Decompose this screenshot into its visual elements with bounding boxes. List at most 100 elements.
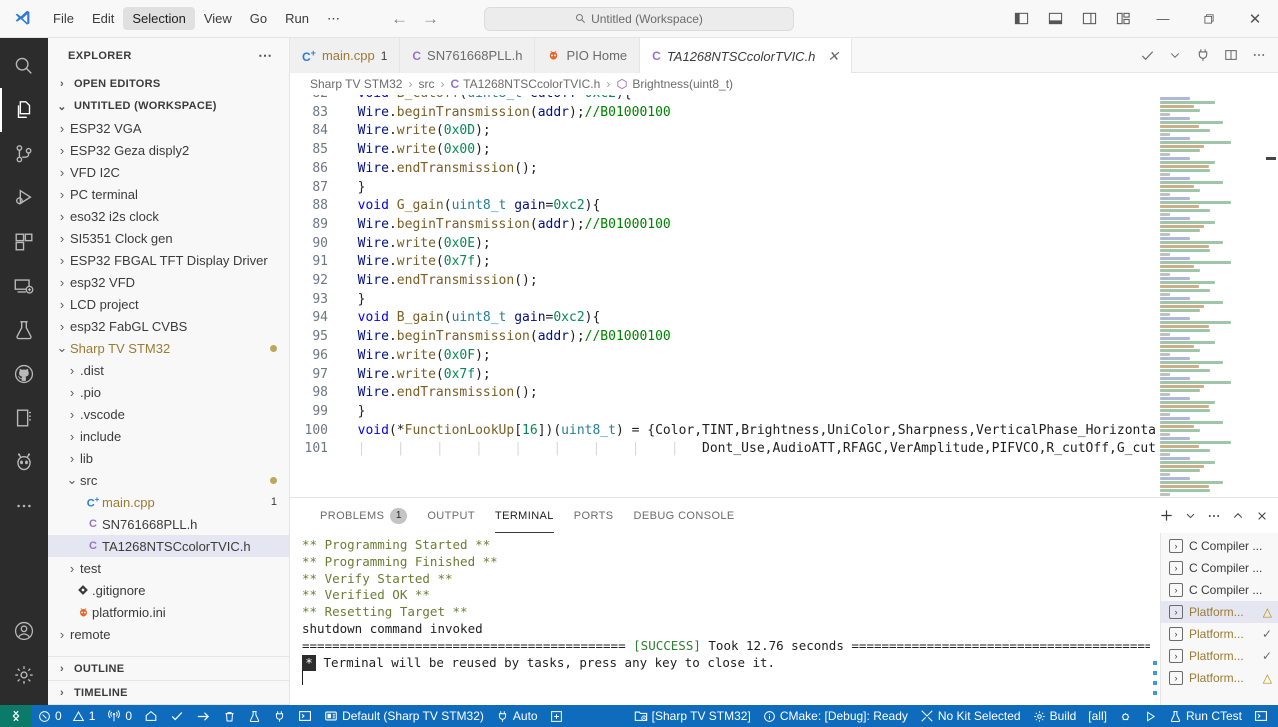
tree-item-main-cpp[interactable]: C+main.cpp1 xyxy=(48,491,289,513)
terminal-list-item[interactable]: ›C Compiler ... xyxy=(1161,579,1278,601)
panel-tab-output[interactable]: OUTPUT xyxy=(417,498,485,533)
code-text-area[interactable]: 82 void B_cutoff(uint8_t cutoff=0xc2){ 8… xyxy=(290,95,1156,497)
command-center[interactable]: Untitled (Workspace) xyxy=(484,7,794,31)
section-workspace[interactable]: ⌄ UNTITLED (WORKSPACE) xyxy=(48,95,289,117)
maximize-panel-icon[interactable] xyxy=(1226,498,1250,533)
status-cmake-state[interactable]: CMake: [Debug]: Ready xyxy=(757,705,914,727)
customize-layout-icon[interactable] xyxy=(1106,0,1140,38)
check-icon[interactable] xyxy=(1134,38,1160,73)
activity-explorer-icon[interactable] xyxy=(0,88,48,132)
tree-item-platformio-ini[interactable]: platformio.ini xyxy=(48,601,289,623)
toggle-panel-icon[interactable] xyxy=(1038,0,1072,38)
menu-more[interactable]: ⋯ xyxy=(318,7,349,31)
tree-item-esp32-fbgal-tft-display-driver[interactable]: ›ESP32 FBGAL TFT Display Driver xyxy=(48,249,289,271)
more-actions-icon[interactable] xyxy=(1246,38,1272,73)
activity-source-control-icon[interactable] xyxy=(0,132,48,176)
panel-tab-terminal[interactable]: TERMINAL xyxy=(485,498,564,533)
activity-run-debug-icon[interactable] xyxy=(0,176,48,220)
status-build-check[interactable] xyxy=(164,705,190,727)
status-cmake-kit[interactable]: No Kit Selected xyxy=(914,705,1027,727)
activity-remote-explorer-icon[interactable] xyxy=(0,264,48,308)
toggle-primary-sidebar-icon[interactable] xyxy=(1004,0,1038,38)
panel-tab-ports[interactable]: PORTS xyxy=(564,498,624,533)
close-icon[interactable]: ✕ xyxy=(827,48,839,65)
arrow-right-icon[interactable]: → xyxy=(422,10,439,27)
tree-item-eso32-i2s-clock[interactable]: ›eso32 i2s clock xyxy=(48,205,289,227)
activity-more-icon[interactable] xyxy=(0,484,48,528)
editor-scrollbar[interactable] xyxy=(1264,95,1278,497)
status-radio-tower[interactable]: 0 xyxy=(101,705,138,727)
split-editor-icon[interactable] xyxy=(1218,38,1244,73)
activity-notebook-icon[interactable] xyxy=(0,396,48,440)
terminal-list-item[interactable]: ›C Compiler ... xyxy=(1161,535,1278,557)
status-serial-port[interactable]: Auto xyxy=(490,705,544,727)
menu-view[interactable]: View xyxy=(195,7,241,30)
breadcrumb-item-src[interactable]: src xyxy=(418,77,434,91)
chevron-down-icon[interactable] xyxy=(1178,498,1202,533)
tree-item-remote[interactable]: ›remote xyxy=(48,623,289,645)
tab-sn761668pll[interactable]: C SN761668PLL.h xyxy=(400,38,535,73)
status-cmake-build[interactable]: Build xyxy=(1027,705,1083,727)
section-outline[interactable]: › OUTLINE xyxy=(48,657,289,681)
activity-github-icon[interactable] xyxy=(0,352,48,396)
status-test[interactable] xyxy=(242,705,267,727)
plug-icon[interactable] xyxy=(1190,38,1216,73)
activity-extensions-icon[interactable] xyxy=(0,220,48,264)
arrow-left-icon[interactable]: ← xyxy=(391,10,408,27)
terminal-instances-list[interactable]: ›C Compiler ...›C Compiler ...›C Compile… xyxy=(1160,533,1278,705)
new-terminal-icon[interactable] xyxy=(1154,498,1178,533)
menu-run[interactable]: Run xyxy=(276,7,318,30)
tree-item-vfd-i2c[interactable]: ›VFD I2C xyxy=(48,161,289,183)
tree-item-vscode[interactable]: ›.vscode xyxy=(48,403,289,425)
breadcrumb-item-file[interactable]: C TA1268NTSCcolorTVIC.h xyxy=(450,77,600,91)
chevron-down-icon[interactable] xyxy=(1162,38,1188,73)
remote-window-indicator[interactable] xyxy=(0,705,32,727)
status-run-ctest[interactable]: Run CTest xyxy=(1163,705,1248,727)
status-open-terminal[interactable] xyxy=(1248,705,1278,727)
close-panel-icon[interactable] xyxy=(1250,498,1274,533)
menu-go[interactable]: Go xyxy=(241,7,276,30)
more-actions-icon[interactable] xyxy=(1202,498,1226,533)
status-clean[interactable] xyxy=(217,705,242,727)
menu-selection[interactable]: Selection xyxy=(123,7,194,30)
activity-search-icon[interactable] xyxy=(0,44,48,88)
breadcrumb-item-symbol[interactable]: Brightness(uint8_t) xyxy=(616,77,733,91)
menu-edit[interactable]: Edit xyxy=(83,7,123,30)
minimize-button[interactable]: — xyxy=(1140,0,1186,38)
status-problems[interactable]: 0 1 xyxy=(32,705,101,727)
terminal-list-item[interactable]: ›Platform...△ xyxy=(1161,667,1278,689)
tree-item-si5351-clock-gen[interactable]: ›SI5351 Clock gen xyxy=(48,227,289,249)
status-cmake-debug[interactable] xyxy=(1113,705,1138,727)
close-button[interactable]: ✕ xyxy=(1232,0,1278,38)
maximize-button[interactable] xyxy=(1186,0,1232,38)
status-terminal[interactable] xyxy=(292,705,318,727)
status-cmake-target[interactable]: [all] xyxy=(1082,705,1113,727)
tree-item-lib[interactable]: ›lib xyxy=(48,447,289,469)
menu-file[interactable]: File xyxy=(44,7,83,30)
editor-scrollbar-thumb[interactable] xyxy=(1266,157,1276,160)
terminal-list-item[interactable]: ›Platform...△ xyxy=(1161,601,1278,623)
status-upload[interactable] xyxy=(190,705,217,727)
minimap[interactable] xyxy=(1156,95,1264,497)
panel-tab-debug-console[interactable]: DEBUG CONSOLE xyxy=(624,498,745,533)
status-home[interactable] xyxy=(138,705,164,727)
tree-item-sn761668pll-h[interactable]: CSN761668PLL.h xyxy=(48,513,289,535)
tree-item-src[interactable]: ⌄src xyxy=(48,469,289,491)
tree-item-sharp-tv-stm32[interactable]: ⌄Sharp TV STM32 xyxy=(48,337,289,359)
toggle-secondary-sidebar-icon[interactable] xyxy=(1072,0,1106,38)
status-cmake-project[interactable]: [Sharp TV STM32] xyxy=(628,705,757,727)
activity-gear-icon[interactable] xyxy=(0,653,48,697)
activity-account-icon[interactable] xyxy=(0,609,48,653)
tab-pio-home[interactable]: PIO Home xyxy=(535,38,640,73)
source-code[interactable]: 82 void B_cutoff(uint8_t cutoff=0xc2){ 8… xyxy=(290,95,1156,459)
tree-item-esp32-fabgl-cvbs[interactable]: ›esp32 FabGL CVBS xyxy=(48,315,289,337)
section-open-editors[interactable]: › OPEN EDITORS xyxy=(48,73,289,95)
tree-item-lcd-project[interactable]: ›LCD project xyxy=(48,293,289,315)
tree-item-include[interactable]: ›include xyxy=(48,425,289,447)
tree-item-pio[interactable]: ›.pio xyxy=(48,381,289,403)
tree-item-test[interactable]: ›test xyxy=(48,557,289,579)
tab-ta1268ntsccolortvic[interactable]: C TA1268NTSCcolorTVIC.h ✕ xyxy=(640,38,852,73)
sidebar-more-actions-icon[interactable]: ⋯ xyxy=(258,47,281,64)
tree-item-dist[interactable]: ›.dist xyxy=(48,359,289,381)
tree-item-esp32-vga[interactable]: ›ESP32 VGA xyxy=(48,117,289,139)
